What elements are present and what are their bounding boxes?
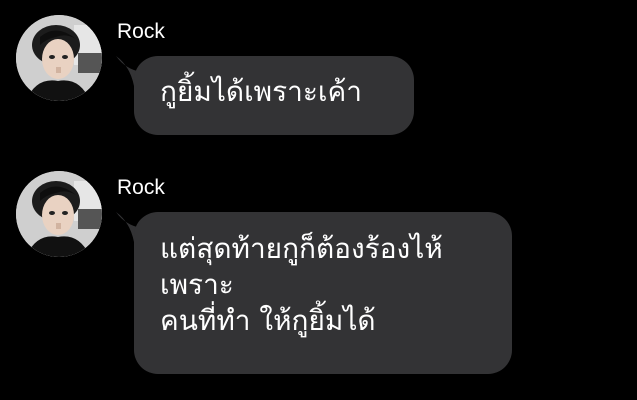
chat-view: Rock กูยิ้มได้เพราะเค้า Rock แต่สุดท้ายก…: [0, 0, 637, 400]
message-text-line: คนที่ทำ ให้กูยิ้มได้: [160, 304, 376, 337]
avatar[interactable]: [16, 171, 102, 257]
sender-name: Rock: [117, 176, 165, 199]
message-bubble[interactable]: แต่สุดท้ายกูก็ต้องร้องไห้ เพราะ คนที่ทำ …: [134, 212, 512, 374]
message-text-line: แต่สุดท้ายกูก็ต้องร้องไห้: [160, 232, 443, 265]
message-group: Rock แต่สุดท้ายกูก็ต้องร้องไห้ เพราะ คนท…: [0, 150, 637, 400]
message-group: Rock กูยิ้มได้เพราะเค้า: [0, 0, 637, 150]
message-text-line: เพราะ: [160, 268, 234, 301]
message-bubble[interactable]: กูยิ้มได้เพราะเค้า: [134, 56, 414, 135]
avatar[interactable]: [16, 15, 102, 101]
message-text: กูยิ้มได้เพราะเค้า: [160, 75, 362, 108]
sender-name: Rock: [117, 20, 165, 43]
avatar-photo: [16, 15, 102, 101]
avatar-photo: [16, 171, 102, 257]
